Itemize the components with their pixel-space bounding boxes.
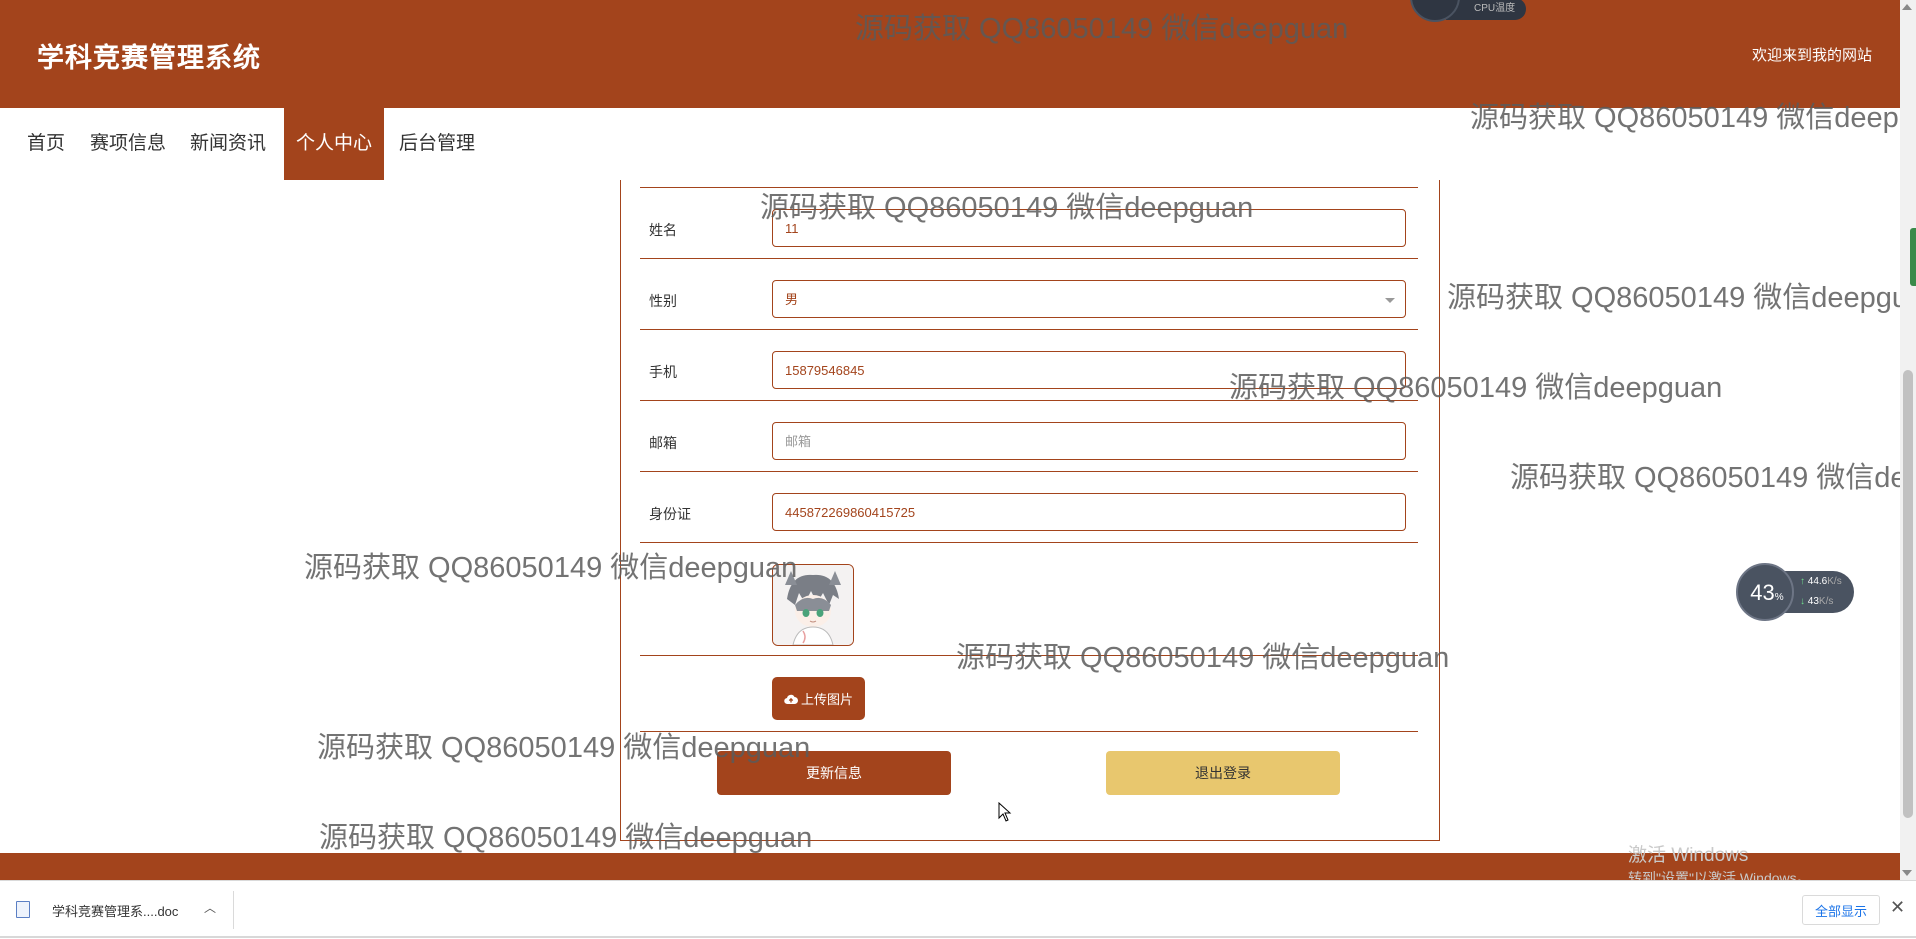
watermark: 源码获取 QQ86050149 微信deepguan: [1447, 282, 1900, 314]
watermark: 源码获取 QQ86050149 微信deepguan: [1510, 462, 1900, 494]
nav-personal-center[interactable]: 个人中心: [284, 108, 385, 180]
logout-button[interactable]: 退出登录: [1106, 751, 1340, 795]
arrow-down-icon: ↓: [1800, 596, 1805, 607]
footer-band: [0, 853, 1900, 880]
site-header: 学科竞赛管理系统 欢迎来到我的网站: [0, 0, 1900, 108]
nav-news[interactable]: 新闻资讯: [178, 108, 278, 180]
avatar: [772, 564, 854, 646]
row-divider: [640, 329, 1418, 330]
name-label: 姓名: [649, 222, 677, 238]
row-divider: [640, 400, 1418, 401]
avatar-illustration: [773, 565, 853, 645]
upload-speed-unit: K/s: [1827, 576, 1842, 587]
email-field[interactable]: 邮箱: [772, 422, 1406, 460]
speed-percent: 43: [1750, 580, 1775, 605]
mouse-cursor-icon: [998, 802, 1012, 822]
main-nav: 首页 赛项信息 新闻资讯 个人中心 后台管理: [0, 108, 1900, 180]
nav-home[interactable]: 首页: [15, 108, 77, 180]
cloud-upload-icon: [784, 694, 798, 704]
name-field[interactable]: 11: [772, 209, 1406, 247]
phone-field[interactable]: 15879546845: [772, 351, 1406, 389]
scroll-down-icon[interactable]: [1902, 870, 1912, 876]
row-divider: [640, 731, 1418, 732]
idcard-label: 身份证: [649, 506, 691, 522]
row-divider: [640, 258, 1418, 259]
side-handle[interactable]: [1910, 228, 1916, 286]
chevron-up-icon[interactable]: ︿: [204, 899, 216, 916]
phone-label: 手机: [649, 364, 677, 380]
network-speed-widget[interactable]: 43% ↑ 44.6K/s ↓ 43K/s: [1736, 563, 1854, 621]
download-file-name[interactable]: 学科竞赛管理系....doc: [52, 901, 178, 920]
gender-select[interactable]: 男: [772, 280, 1406, 318]
speed-gauge: 43%: [1736, 563, 1794, 621]
download-speed-unit: K/s: [1818, 596, 1834, 607]
divider: [233, 891, 234, 929]
nav-competitions[interactable]: 赛项信息: [78, 108, 178, 180]
row-divider: [640, 542, 1418, 543]
close-icon[interactable]: ✕: [1890, 897, 1905, 918]
site-title: 学科竞赛管理系统: [37, 43, 261, 73]
row-divider: [640, 187, 1418, 188]
row-divider: [640, 655, 1418, 656]
document-icon: [16, 901, 30, 918]
scroll-up-icon[interactable]: [1902, 4, 1912, 10]
arrow-up-icon: ↑: [1800, 576, 1805, 587]
page-scrollbar[interactable]: [1900, 0, 1916, 880]
gender-value: 男: [785, 292, 799, 307]
row-divider: [640, 471, 1418, 472]
upload-image-label: 上传图片: [800, 692, 853, 707]
update-info-button[interactable]: 更新信息: [717, 751, 951, 795]
chevron-down-icon: [1385, 298, 1395, 303]
email-label: 邮箱: [649, 435, 677, 451]
idcard-field[interactable]: 445872269860415725: [772, 493, 1406, 531]
download-bar: 学科竞赛管理系....doc ︿ 全部显示 ✕: [0, 880, 1916, 939]
download-speed: 43: [1807, 596, 1819, 607]
show-all-button[interactable]: 全部显示: [1802, 895, 1880, 925]
scroll-thumb[interactable]: [1903, 370, 1913, 818]
upload-image-button[interactable]: 上传图片: [772, 677, 865, 720]
welcome-text: 欢迎来到我的网站: [1751, 47, 1872, 64]
upload-speed: 44.6: [1807, 576, 1828, 587]
gender-label: 性别: [649, 293, 677, 309]
nav-admin[interactable]: 后台管理: [387, 108, 487, 180]
cpu-temp-widget: CPU温度: [1410, 0, 1528, 24]
windows-activation-title: 激活 Windows: [1628, 845, 1749, 866]
